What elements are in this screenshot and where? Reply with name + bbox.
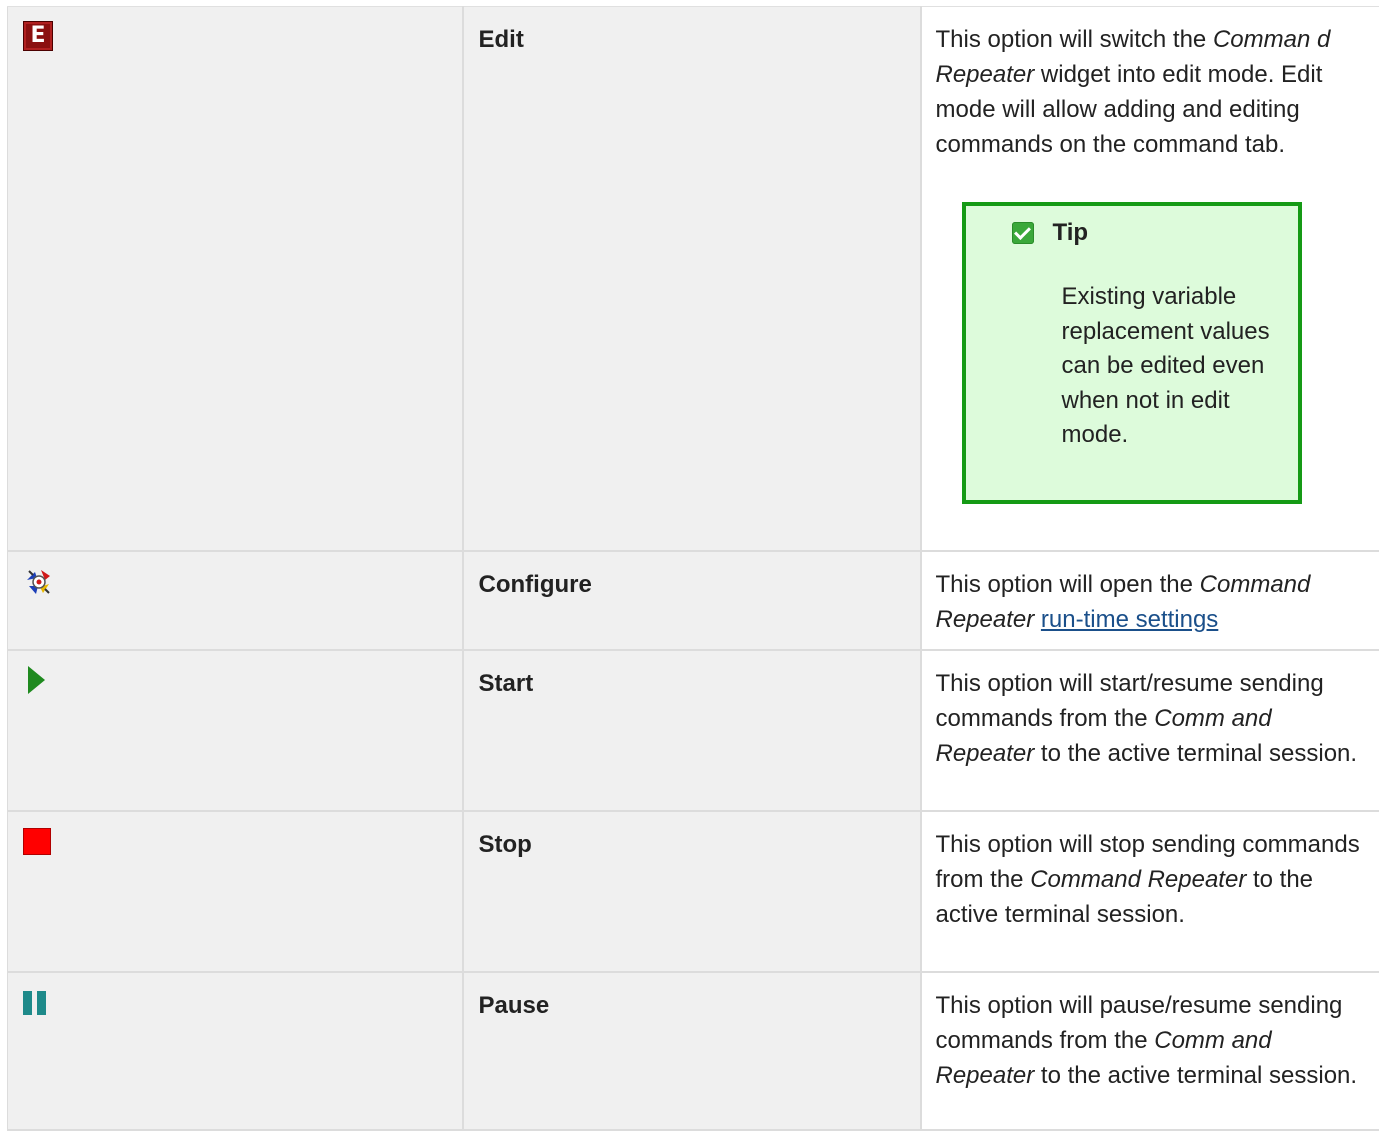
description-text: This option will open the [935, 570, 1200, 598]
table-row: E Edit This option will switch the Comma… [7, 6, 1380, 552]
tip-header: Tip [1011, 216, 1089, 250]
run-time-settings-link[interactable]: run-time settings [1041, 606, 1218, 633]
stop-icon [23, 827, 51, 855]
option-description: This option will switch the Comman d Rep… [922, 7, 1380, 174]
table-row: Configure This option will open the Comm… [7, 549, 1380, 651]
option-name: Configure [478, 570, 592, 598]
edit-icon: E [23, 21, 53, 51]
description-cell: This option will stop sending commands f… [919, 809, 1380, 973]
icon-cell: E [7, 6, 464, 552]
description-text [1034, 606, 1041, 633]
icon-cell [7, 970, 464, 1131]
name-cell: Stop [461, 809, 922, 973]
table-row: Pause This option will pause/resume send… [7, 970, 1380, 1131]
description-text: This option will pause/resume sending co… [935, 991, 1343, 1054]
start-icon [28, 665, 45, 694]
pause-icon [23, 990, 462, 1015]
name-cell: Start [461, 648, 922, 812]
option-name: Pause [478, 991, 550, 1019]
description-cell: This option will pause/resume sending co… [919, 970, 1380, 1131]
description-emphasis: Command Repeater [1030, 865, 1247, 893]
icon-cell [7, 809, 464, 973]
check-icon [1011, 222, 1034, 244]
option-description: This option will pause/resume sending co… [922, 973, 1380, 1105]
table-row: Stop This option will stop sending comma… [7, 809, 1380, 973]
description-text: to the active terminal session. [1034, 739, 1358, 767]
option-name: Edit [478, 26, 524, 53]
description-cell: This option will open the Command Repeat… [919, 549, 1380, 651]
configure-icon [27, 569, 50, 594]
table-row: Start This option will start/resume send… [7, 648, 1380, 812]
description-text: to the active terminal session. [1034, 1061, 1358, 1089]
icon-cell [7, 648, 464, 812]
description-cell: This option will switch the Comman d Rep… [919, 6, 1380, 552]
name-cell: Configure [461, 549, 922, 651]
tip-box: Tip Existing variable replacement values… [961, 202, 1302, 504]
description-cell: This option will start/resume sending co… [919, 648, 1380, 812]
description-text: This option will switch the [935, 26, 1213, 53]
option-name: Stop [478, 830, 532, 858]
name-cell: Edit [461, 6, 922, 552]
tip-body: Existing variable replacement values can… [1061, 283, 1270, 449]
option-description: This option will open the Command Repeat… [922, 552, 1380, 649]
tip-title: Tip [1052, 219, 1089, 246]
name-cell: Pause [461, 970, 922, 1131]
option-description: This option will stop sending commands f… [922, 812, 1380, 944]
icon-cell [7, 549, 464, 651]
options-table: E Edit This option will switch the Comma… [7, 6, 1379, 1131]
option-description: This option will start/resume sending co… [922, 651, 1380, 783]
option-name: Start [478, 669, 534, 697]
